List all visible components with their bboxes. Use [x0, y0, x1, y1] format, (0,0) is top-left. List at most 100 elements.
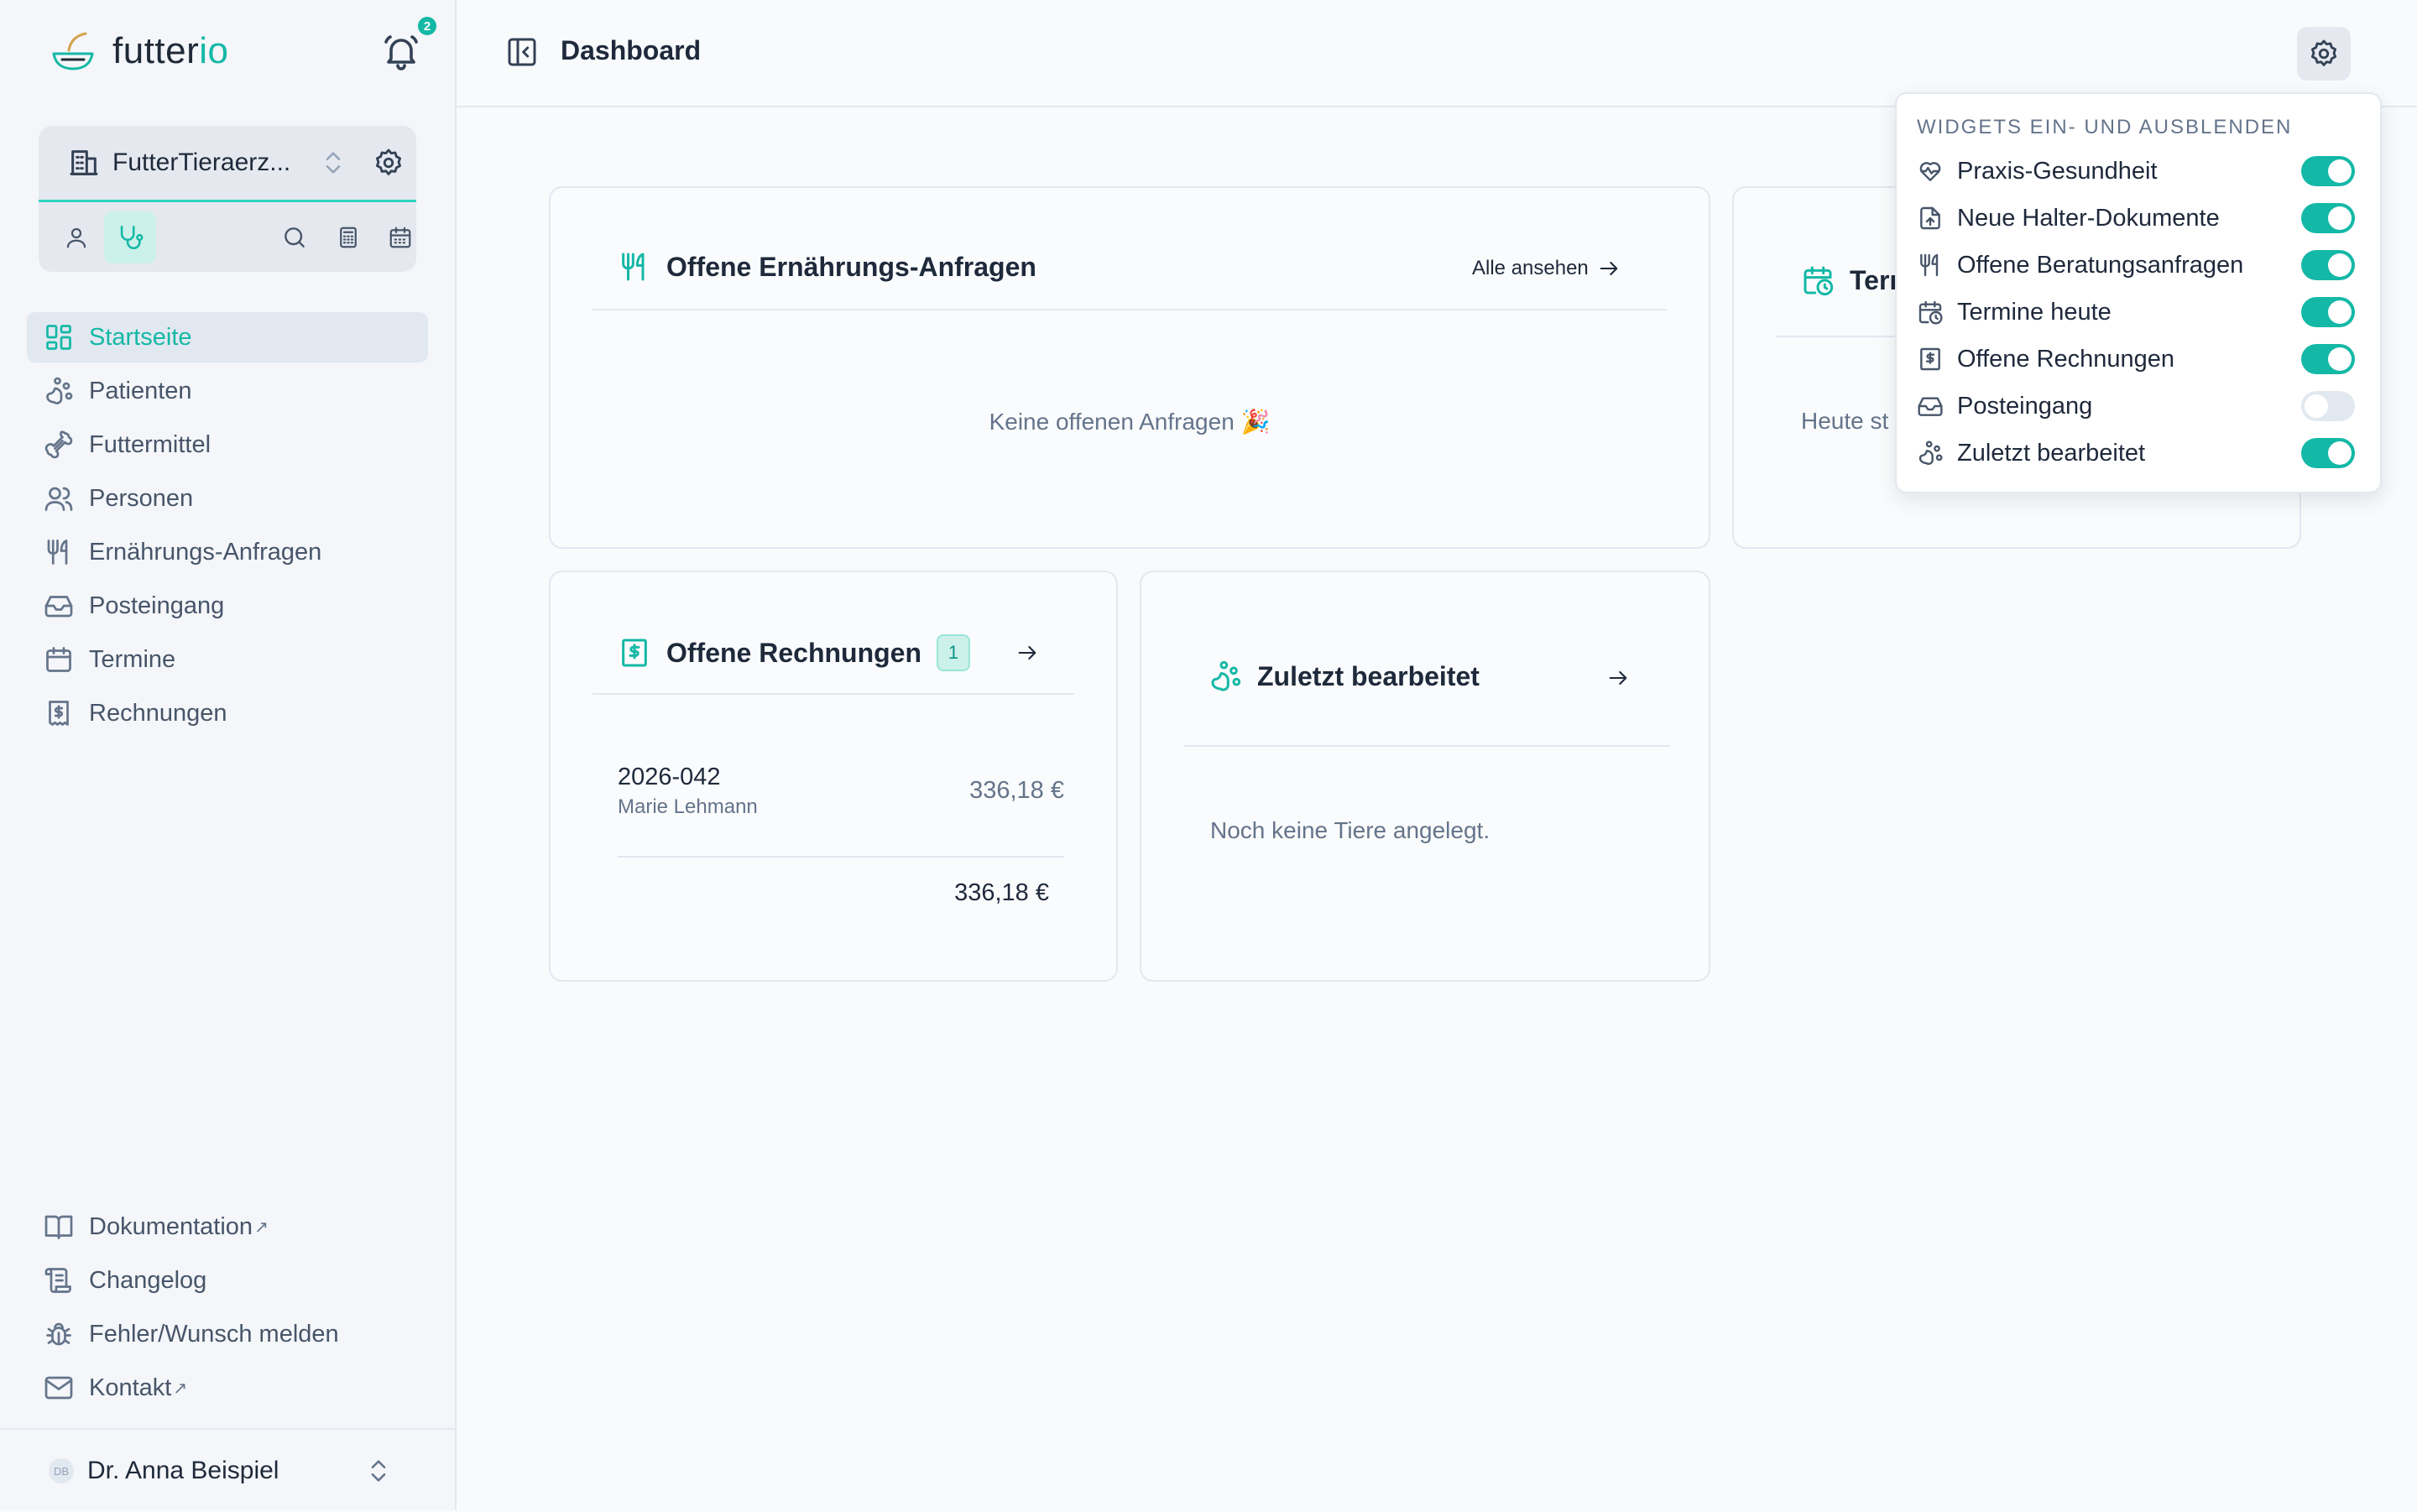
menu-item-label: Neue Halter-Dokumente — [1957, 204, 2220, 232]
view-all-link[interactable]: Alle ansehen — [1472, 257, 1621, 280]
menu-item-label: Offene Rechnungen — [1957, 345, 2175, 373]
sidebar-item-kontakt[interactable]: Kontakt ↗ — [27, 1363, 428, 1413]
practice-quick-actions — [39, 208, 416, 267]
logo[interactable]: futterio — [50, 29, 229, 74]
practice-switcher: FutterTieraerz... — [39, 126, 416, 272]
widget-title: Offene Rechnungen — [666, 637, 922, 668]
widget-visibility-menu: WIDGETS EIN- UND AUSBLENDEN Praxis-Gesun… — [1895, 92, 2382, 493]
calculator-icon[interactable] — [322, 211, 374, 263]
heart-pulse-icon — [1917, 158, 1945, 185]
chevrons-up-down-icon — [364, 1457, 393, 1485]
divider — [593, 693, 1074, 695]
calendar-clock-icon — [1801, 263, 1835, 297]
avatar: DB — [49, 1458, 74, 1483]
sidebar-item-personen[interactable]: Personen — [27, 473, 428, 524]
menu-item-label: Zuletzt bearbeitet — [1957, 439, 2146, 467]
owner-view-user-icon[interactable] — [50, 211, 102, 263]
utensils-icon — [42, 535, 76, 569]
sidebar-item-dokumentation[interactable]: Dokumentation ↗ — [27, 1202, 428, 1252]
paw-icon — [42, 374, 76, 408]
widget-title: Zuletzt bearbeitet — [1257, 660, 1480, 691]
calendar-clock-icon — [1917, 299, 1945, 326]
toggle-switch[interactable] — [2301, 250, 2355, 280]
notification-count-badge: 2 — [418, 17, 436, 35]
bowl-logo-icon — [50, 29, 96, 74]
sidebar-item-label: Posteingang — [89, 592, 225, 619]
inbox-icon — [1917, 393, 1945, 420]
widget-header: Zuletzt bearbeitet — [1208, 660, 1480, 693]
empty-state-text: Heute st — [1801, 408, 1889, 434]
view-all-label: Alle ansehen — [1472, 257, 1589, 279]
menu-item-neue-halter-dokumente[interactable]: Neue Halter-Dokumente — [1917, 196, 2362, 240]
sidebar-item-label: Fehler/Wunsch melden — [89, 1320, 339, 1348]
menu-item-label: Offene Beratungsanfragen — [1957, 251, 2244, 279]
calendar-icon — [42, 643, 76, 676]
chevrons-up-down-icon[interactable] — [319, 149, 347, 177]
scroll-icon — [42, 1264, 76, 1297]
menu-item-offene-beratungsanfragen[interactable]: Offene Beratungsanfragen — [1917, 243, 2362, 287]
user-menu[interactable]: DB Dr. Anna Beispiel — [0, 1428, 455, 1512]
widget-title: Terı — [1850, 264, 1898, 295]
menu-item-label: Termine heute — [1957, 298, 2112, 326]
sidebar-toggle-icon[interactable] — [505, 35, 539, 69]
receipt-icon — [618, 636, 651, 670]
external-link-icon: ↗ — [173, 1379, 188, 1398]
arrow-right-icon[interactable] — [1015, 641, 1039, 665]
widget-title: Offene Ernährungs-Anfragen — [666, 251, 1036, 282]
practice-selector[interactable]: FutterTieraerz... — [39, 126, 416, 202]
sidebar-item-startseite[interactable]: Startseite — [27, 312, 428, 362]
sidebar-item-label: Changelog — [89, 1266, 207, 1294]
logo-text: futterio — [112, 30, 229, 71]
sidebar-item-label: Ernährungs-Anfragen — [89, 538, 322, 566]
vet-view-stethoscope-icon[interactable] — [104, 211, 156, 263]
arrow-right-icon — [1597, 257, 1621, 280]
sidebar-item-label: Personen — [89, 484, 194, 512]
sidebar-item-termine[interactable]: Termine — [27, 634, 428, 685]
toggle-switch[interactable] — [2301, 203, 2355, 233]
toggle-switch[interactable] — [2301, 297, 2355, 327]
receipt-icon — [42, 696, 76, 730]
calendar-icon[interactable] — [374, 211, 426, 263]
sidebar-item-fehler-melden[interactable]: Fehler/Wunsch melden — [27, 1309, 428, 1359]
sidebar-item-label: Futtermittel — [89, 430, 211, 458]
widget-open-invoices: Offene Rechnungen 1 2026-042 Marie Lehma… — [549, 571, 1118, 982]
invoice-amount: 336,18 € — [969, 777, 1064, 804]
practice-settings-gear-icon[interactable] — [373, 147, 405, 179]
toggle-switch[interactable] — [2301, 344, 2355, 374]
toggle-switch[interactable] — [2301, 391, 2355, 421]
invoice-total: 336,18 € — [954, 879, 1049, 906]
search-icon[interactable] — [269, 211, 321, 263]
notifications-bell-icon[interactable] — [381, 32, 421, 72]
sidebar-item-futtermittel[interactable]: Futtermittel — [27, 420, 428, 470]
top-bar: Dashboard — [457, 0, 2417, 107]
widget-header: Offene Rechnungen 1 — [618, 634, 971, 671]
menu-item-offene-rechnungen[interactable]: Offene Rechnungen — [1917, 337, 2362, 381]
sidebar-item-changelog[interactable]: Changelog — [27, 1255, 428, 1306]
toggle-switch[interactable] — [2301, 438, 2355, 468]
table-row[interactable]: 2026-042 Marie Lehmann 336,18 € — [618, 764, 1064, 818]
menu-item-zuletzt-bearbeitet[interactable]: Zuletzt bearbeitet — [1917, 431, 2362, 475]
paw-icon — [1208, 660, 1242, 693]
count-badge: 1 — [937, 634, 971, 671]
sidebar-item-label: Dokumentation — [89, 1212, 253, 1240]
widget-settings-button[interactable] — [2297, 27, 2351, 81]
sidebar-item-patienten[interactable]: Patienten — [27, 366, 428, 416]
book-icon — [42, 1210, 76, 1243]
utensils-icon — [1917, 252, 1945, 279]
arrow-right-icon[interactable] — [1606, 666, 1630, 690]
sidebar-item-posteingang[interactable]: Posteingang — [27, 581, 428, 631]
sidebar-item-label: Patienten — [89, 377, 192, 404]
empty-state-text: Keine offenen Anfragen 🎉 — [989, 409, 1271, 435]
sidebar-item-rechnungen[interactable]: Rechnungen — [27, 688, 428, 738]
menu-item-termine-heute[interactable]: Termine heute — [1917, 290, 2362, 334]
sidebar-item-ernaehrungs-anfragen[interactable]: Ernährungs-Anfragen — [27, 527, 428, 577]
invoice-number: 2026-042 — [618, 764, 721, 790]
invoice-customer: Marie Lehmann — [618, 795, 758, 818]
menu-item-praxis-gesundheit[interactable]: Praxis-Gesundheit — [1917, 149, 2362, 193]
file-upload-icon — [1917, 205, 1945, 232]
menu-item-posteingang[interactable]: Posteingang — [1917, 384, 2362, 428]
toggle-switch[interactable] — [2301, 156, 2355, 186]
building-icon — [67, 146, 101, 180]
users-icon — [42, 482, 76, 515]
inbox-icon — [42, 589, 76, 623]
